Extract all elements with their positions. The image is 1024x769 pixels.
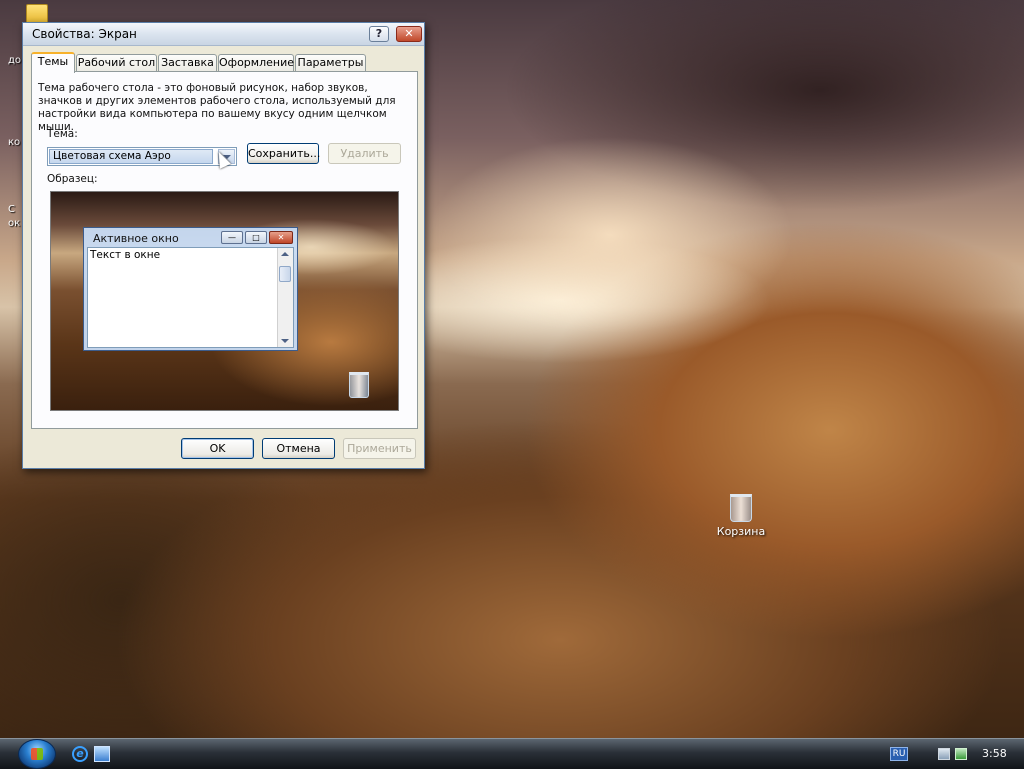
preview-window-buttons: — □ ✕ [219,231,293,244]
taskbar: e RU 3:58 [0,738,1024,769]
scroll-up-icon [281,252,289,256]
ok-button[interactable]: OK [181,438,254,459]
show-desktop-icon[interactable] [94,746,110,762]
help-button[interactable]: ? [369,26,389,42]
minimize-icon: — [221,231,243,244]
dialog-title: Свойства: Экран [32,27,137,41]
delete-button[interactable]: Удалить [328,143,401,164]
clock[interactable]: 3:58 [982,747,1007,760]
network-icon[interactable] [938,748,950,760]
language-indicator[interactable]: RU [890,747,908,761]
preview-active-window: Активное окно — □ ✕ Текст в окне [83,227,298,351]
scroll-thumb [279,266,291,282]
dialog-titlebar[interactable]: Свойства: Экран ? ✕ [23,23,424,46]
recycle-bin-label: Корзина [716,525,766,538]
display-properties-dialog: Свойства: Экран ? ✕ Темы Рабочий стол За… [22,22,425,469]
tab-screensaver[interactable]: Заставка [158,54,217,71]
tab-appearance[interactable]: Оформление [218,54,294,71]
desktop-icon-label-1[interactable]: до [8,55,21,66]
preview-recycle-bin-icon [349,372,369,398]
recycle-bin-icon [730,494,752,522]
desktop-icon-label-3[interactable]: С [8,204,15,215]
close-icon: ✕ [269,231,293,244]
preview-scrollbar [277,248,293,347]
close-button[interactable]: ✕ [396,26,422,42]
theme-select[interactable]: Цветовая схема Аэро [47,147,237,166]
save-as-button[interactable]: Сохранить... [247,143,320,164]
preview-window-body: Текст в окне [87,247,294,348]
tab-desktop[interactable]: Рабочий стол [76,54,157,71]
desktop-icon-label-2[interactable]: ко [8,137,20,148]
preview-window-text: Текст в окне [90,249,161,261]
apply-button[interactable]: Применить [343,438,416,459]
sample-label: Образец: [47,173,98,185]
recycle-bin-desktop-icon[interactable]: Корзина [712,494,770,538]
preview-window-title: Активное окно [93,232,179,245]
theme-label: Тема: [47,128,78,140]
volume-icon[interactable] [955,748,967,760]
scroll-down-icon [281,339,289,343]
cancel-button[interactable]: Отмена [262,438,335,459]
theme-preview: Активное окно — □ ✕ Текст в окне [50,191,399,411]
folder-icon[interactable] [26,4,48,24]
desktop-icon-label-4[interactable]: ок [8,218,20,229]
tab-settings[interactable]: Параметры [295,54,366,71]
start-button[interactable] [18,739,56,769]
theme-description: Тема рабочего стола - это фоновый рисуно… [38,82,396,133]
internet-explorer-icon[interactable]: e [72,746,88,762]
tab-themes[interactable]: Темы [31,52,75,73]
maximize-icon: □ [245,231,267,244]
theme-select-value: Цветовая схема Аэро [49,149,213,164]
